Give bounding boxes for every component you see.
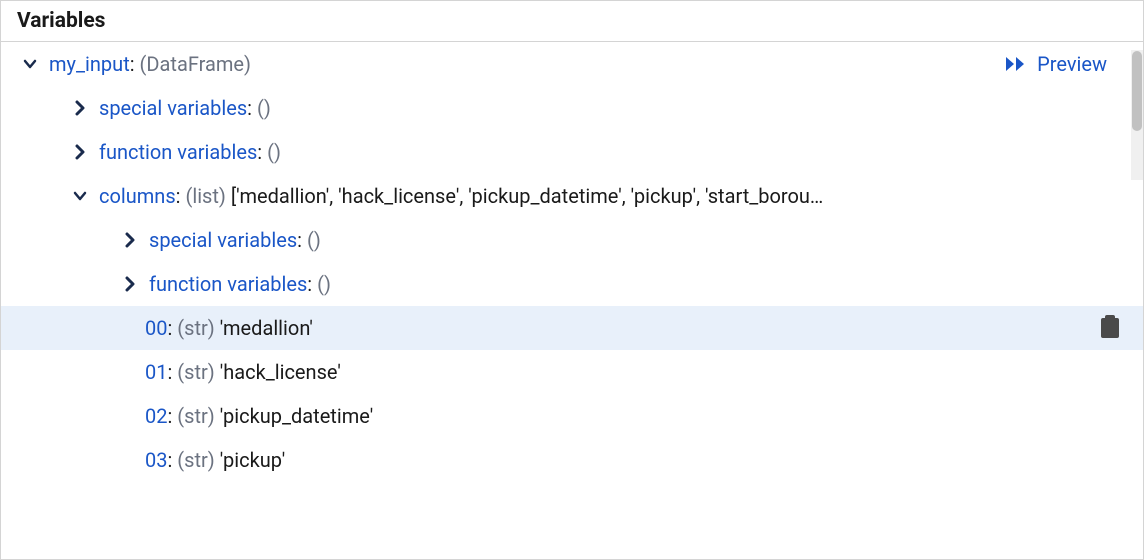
var-value: () (257, 96, 271, 120)
tree-row-item[interactable]: 02: (str) 'pickup_datetime' (1, 394, 1143, 438)
chevron-right-icon[interactable] (121, 275, 139, 293)
var-preview: ['medallion', 'hack_license', 'pickup_da… (231, 184, 823, 208)
var-value: 'pickup' (220, 448, 285, 472)
tree-row-columns-special[interactable]: special variables: () (1, 218, 1143, 262)
var-value: 'hack_license' (220, 360, 341, 384)
var-type: (str) (177, 316, 214, 340)
var-name: my_input (49, 52, 130, 76)
var-type: (str) (177, 360, 214, 384)
scrollbar[interactable] (1131, 50, 1143, 180)
tree-row-special[interactable]: special variables: () (1, 86, 1143, 130)
tree-row-item[interactable]: 00: (str) 'medallion' (1, 306, 1143, 350)
chevron-down-icon[interactable] (21, 55, 39, 73)
var-value: () (317, 272, 331, 296)
tree-row-root[interactable]: my_input: (DataFrame) Preview (1, 42, 1143, 86)
var-value: () (307, 228, 321, 252)
chevron-right-icon[interactable] (71, 99, 89, 117)
var-value: 'pickup_datetime' (220, 404, 374, 428)
var-name: columns (99, 184, 176, 208)
clipboard-icon[interactable] (1101, 318, 1119, 338)
var-index: 01 (145, 360, 167, 384)
panel-title: Variables (1, 1, 1143, 42)
scrollbar-thumb[interactable] (1132, 51, 1142, 131)
var-value: 'medallion' (220, 316, 313, 340)
tree-content: my_input: (DataFrame) Preview special va… (1, 42, 1143, 559)
chevron-right-icon[interactable] (71, 143, 89, 161)
tree-row-function[interactable]: function variables: () (1, 130, 1143, 174)
var-index: 03 (145, 448, 167, 472)
var-name: function variables (149, 272, 307, 296)
tree-row-columns-function[interactable]: function variables: () (1, 262, 1143, 306)
var-type: (DataFrame) (140, 52, 251, 76)
var-type: (str) (177, 448, 214, 472)
preview-link[interactable]: Preview (1005, 45, 1143, 83)
var-index: 00 (145, 316, 167, 340)
var-index: 02 (145, 404, 167, 428)
var-type: (list) (185, 184, 225, 208)
tree-row-item[interactable]: 01: (str) 'hack_license' (1, 350, 1143, 394)
variables-panel: Variables my_input: (DataFrame) Preview (0, 0, 1144, 560)
tree-row-columns[interactable]: columns: (list) ['medallion', 'hack_lice… (1, 174, 1143, 218)
var-name: function variables (99, 140, 257, 164)
preview-label: Preview (1037, 45, 1107, 83)
chevron-right-icon[interactable] (121, 231, 139, 249)
tree-row-item[interactable]: 03: (str) 'pickup' (1, 438, 1143, 482)
fast-forward-icon (1005, 55, 1027, 73)
var-type: (str) (177, 404, 214, 428)
var-name: special variables (149, 228, 297, 252)
var-name: special variables (99, 96, 247, 120)
var-value: () (267, 140, 281, 164)
chevron-down-icon[interactable] (71, 187, 89, 205)
